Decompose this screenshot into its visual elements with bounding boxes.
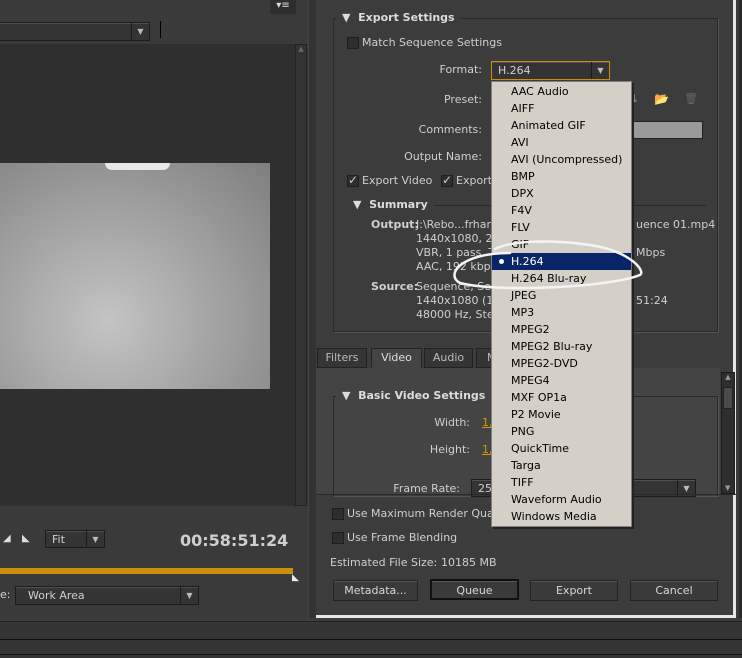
source-range-dropdown[interactable]: Work Area ▼ [15, 586, 199, 605]
frame-blending-label: Use Frame Blending [347, 531, 458, 544]
work-area-end-handle[interactable]: ◣ [292, 573, 299, 583]
format-menu-item[interactable]: AVI [492, 134, 631, 151]
output-name-label: Output Name: [404, 150, 482, 163]
width-label: Width: [434, 416, 470, 429]
format-menu-item[interactable]: MPEG2 Blu-ray [492, 338, 631, 355]
save-preset-icon[interactable]: ⤓ [632, 92, 637, 106]
output-label: Output: [371, 218, 419, 231]
export-button[interactable]: Export [530, 580, 618, 601]
chevron-down-icon: ▼ [86, 531, 104, 547]
format-label: Format: [439, 63, 482, 76]
format-menu-item[interactable]: MPEG4 [492, 372, 631, 389]
format-menu-item[interactable]: MPEG2 [492, 321, 631, 338]
export-audio-checkbox[interactable] [441, 173, 453, 187]
chevron-down-icon: ▼ [591, 62, 609, 79]
estimated-size-value: 10185 MB [441, 556, 497, 569]
source-dropdown[interactable]: ▼ [0, 22, 150, 41]
cancel-button[interactable]: Cancel [630, 580, 718, 601]
format-menu-item[interactable]: AAC Audio [492, 83, 631, 100]
basic-video-title: Basic Video Settings [358, 389, 486, 402]
scrollbar-thumb[interactable] [723, 387, 733, 409]
tab-audio[interactable]: Audio [424, 348, 473, 368]
format-dropdown[interactable]: H.264 ▼ [491, 61, 610, 80]
import-preset-icon[interactable]: 📂 [654, 92, 669, 106]
panel-menu-button[interactable]: ▾≡ [270, 0, 296, 14]
tab-filters[interactable]: Filters [317, 348, 367, 368]
hand-drawn-circle-annotation [453, 240, 643, 290]
frame-blending-checkbox[interactable] [332, 532, 344, 544]
tab-video[interactable]: Video [371, 348, 422, 368]
format-menu-item[interactable]: AIFF [492, 100, 631, 117]
format-menu-item[interactable]: P2 Movie [492, 406, 631, 423]
export-video-label: Export Video [362, 174, 433, 187]
divider [160, 21, 161, 38]
preset-label: Preset: [443, 93, 482, 106]
format-menu-item[interactable]: MP3 [492, 304, 631, 321]
format-menu-item[interactable]: MPEG2-DVD [492, 355, 631, 372]
format-menu-item[interactable]: BMP [492, 168, 631, 185]
format-menu-item[interactable]: FLV [492, 219, 631, 236]
basic-video-header[interactable]: ▼ Basic Video Settings [336, 389, 492, 402]
timecode: 00:58:51:24 [180, 531, 289, 550]
format-menu-item[interactable]: PNG [492, 423, 631, 440]
zoom-value: Fit [52, 533, 65, 546]
format-menu-item[interactable]: TIFF [492, 474, 631, 491]
panel-splitter[interactable] [308, 0, 316, 618]
format-menu-item[interactable]: F4V [492, 202, 631, 219]
zoom-dropdown[interactable]: Fit ▼ [45, 530, 105, 548]
summary-line: J:\Rebo...frhan [416, 218, 494, 231]
format-menu-item[interactable]: Waveform Audio [492, 491, 631, 508]
settings-scrollbar[interactable]: ▲ ▼ [721, 372, 735, 494]
delete-preset-icon[interactable]: 🗑 [684, 92, 698, 105]
mark-out-icon[interactable]: ◣ [22, 533, 30, 544]
format-menu-item[interactable]: Animated GIF [492, 117, 631, 134]
work-area-bar[interactable] [0, 568, 293, 574]
chevron-down-icon: ▼ [180, 587, 198, 604]
source-range-value: Work Area [28, 589, 85, 602]
export-video-checkbox[interactable] [347, 173, 359, 187]
summary-header[interactable]: ▼ Summary [347, 198, 434, 211]
max-render-quality-checkbox[interactable] [332, 508, 344, 520]
format-menu-item[interactable]: QuickTime [492, 440, 631, 457]
format-menu-item[interactable]: DPX [492, 185, 631, 202]
format-menu-item[interactable]: AVI (Uncompressed) [492, 151, 631, 168]
queue-button[interactable]: Queue [430, 579, 519, 600]
export-settings-title: Export Settings [358, 11, 455, 24]
source-label: Source: [371, 280, 419, 293]
summary-line: uence 01.mp4 [636, 218, 716, 231]
estimated-size-label: Estimated File Size: [330, 556, 438, 569]
mark-in-icon[interactable]: ◢ [3, 533, 11, 544]
format-menu-item[interactable]: Targa [492, 457, 631, 474]
max-render-quality-label: Use Maximum Render Quality [347, 507, 511, 520]
export-settings-header[interactable]: ▼ Export Settings [336, 11, 461, 24]
left-panel: ▾≡ ▼ ▲ ◢ ◣ Fit ▼ 00:58:51:24 ◣ e: Work Ar… [0, 0, 308, 618]
preview-area [0, 44, 295, 506]
height-label: Height: [429, 443, 470, 456]
match-sequence-label: Match Sequence Settings [362, 36, 502, 49]
format-value: H.264 [498, 64, 531, 77]
format-menu-item[interactable]: Windows Media [492, 508, 631, 525]
video-frame [0, 163, 270, 389]
bottom-bar [0, 621, 742, 658]
format-menu-item[interactable]: MXF OP1a [492, 389, 631, 406]
summary-title: Summary [369, 198, 428, 211]
summary-line: 51:24 [636, 294, 668, 307]
format-menu[interactable]: AAC Audio AIFF Animated GIF AVI AVI (Uncompr… [491, 81, 632, 527]
export-audio-label: Export [456, 174, 493, 187]
source-range-label: e: [0, 588, 11, 601]
match-sequence-checkbox[interactable] [347, 37, 359, 49]
preview-scrollbar[interactable]: ▲ [295, 44, 307, 506]
comments-label: Comments: [418, 123, 482, 136]
metadata-button[interactable]: Metadata... [333, 580, 418, 601]
chevron-down-icon: ▼ [131, 23, 149, 40]
